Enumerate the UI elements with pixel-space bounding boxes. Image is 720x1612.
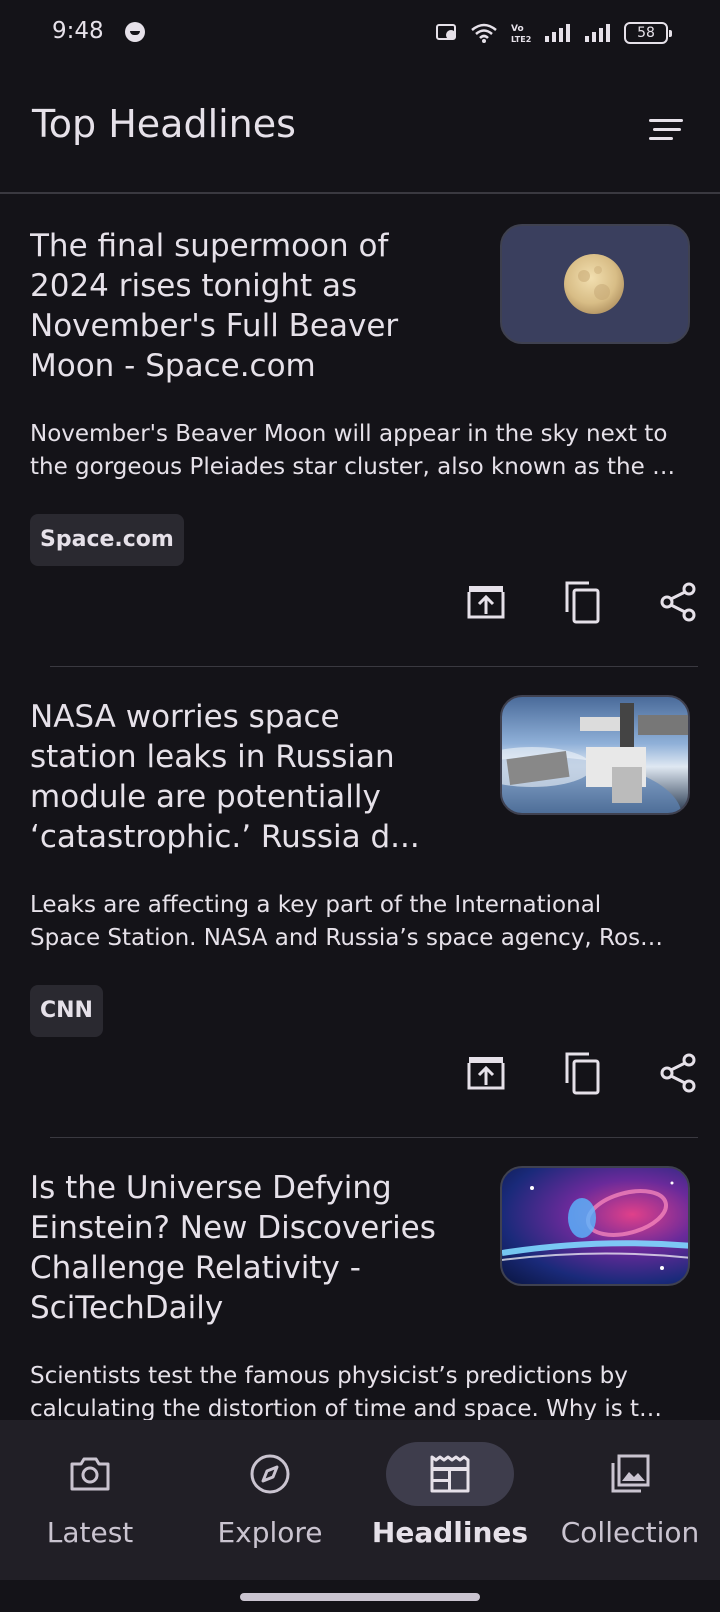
- copy-button[interactable]: [562, 1051, 602, 1095]
- description-line: calculating the distortion of time and s…: [30, 1396, 663, 1420]
- article-title[interactable]: Is the Universe Defying Einstein? New Di…: [30, 1168, 450, 1328]
- copy-icon: [565, 581, 600, 624]
- share-icon: [660, 582, 696, 622]
- description-line: Space Station. NASA and Russia’s space a…: [30, 925, 664, 951]
- space-station-thumbnail[interactable]: [500, 695, 690, 815]
- galaxy-thumbnail[interactable]: [500, 1166, 690, 1286]
- signal-icon: [585, 24, 610, 42]
- nav-label: Latest: [46, 1516, 134, 1549]
- source-chip[interactable]: CNN: [30, 985, 103, 1037]
- nav-label: Headlines: [371, 1516, 529, 1549]
- svg-text:Vo: Vo: [511, 24, 524, 34]
- battery-icon: 58: [624, 22, 672, 44]
- volte-icon: VoLTE2: [511, 24, 531, 44]
- article-description: November's Beaver Moon will appear in th…: [30, 418, 690, 484]
- newspaper-icon: [430, 1455, 470, 1493]
- nav-pill: [26, 1442, 154, 1506]
- copy-button[interactable]: [562, 580, 602, 624]
- copy-icon: [565, 1052, 600, 1095]
- open-external-icon: [467, 586, 505, 619]
- nav-item-latest[interactable]: Latest: [0, 1420, 180, 1580]
- status-bar: 9:48 Vo LTE2 58: [0, 0, 720, 64]
- nav-pill: [566, 1442, 694, 1506]
- camera-icon: [70, 1457, 110, 1491]
- wifi-icon: [471, 23, 497, 43]
- article-title[interactable]: The final supermoon of 2024 rises tonigh…: [30, 226, 450, 386]
- status-time: 9:48: [52, 18, 104, 44]
- nav-label: Explore: [217, 1516, 323, 1549]
- open-button[interactable]: [466, 580, 506, 624]
- app-bar: Top Headlines: [0, 64, 720, 194]
- sort-icon: [649, 119, 683, 140]
- nav-pill: [386, 1442, 514, 1506]
- article-actions: [466, 580, 698, 624]
- nav-label: Collection: [560, 1516, 700, 1549]
- nav-item-headlines[interactable]: Headlines: [360, 1420, 540, 1580]
- article-description: Leaks are affecting a key part of the In…: [30, 889, 690, 955]
- signal-icon: [545, 24, 570, 42]
- article-description: Scientists test the famous physicist’s p…: [30, 1360, 690, 1420]
- open-external-icon: [467, 1057, 505, 1090]
- article-title[interactable]: NASA worries space station leaks in Russ…: [30, 697, 450, 857]
- open-button[interactable]: [466, 1051, 506, 1095]
- description-line: Leaks are affecting a key part of the In…: [30, 892, 602, 918]
- description-line: Scientists test the famous physicist’s p…: [30, 1363, 628, 1389]
- article-actions: [466, 1051, 698, 1095]
- description-line: the gorgeous Pleiades star cluster, also…: [30, 454, 676, 480]
- svg-text:LTE2: LTE2: [511, 35, 531, 44]
- headline-list[interactable]: The final supermoon of 2024 rises tonigh…: [0, 196, 720, 1420]
- cast-icon: [436, 24, 456, 40]
- share-button[interactable]: [658, 1051, 698, 1095]
- article-card[interactable]: The final supermoon of 2024 rises tonigh…: [0, 196, 720, 667]
- nav-pill: [206, 1442, 334, 1506]
- compass-icon: [250, 1454, 290, 1494]
- nav-item-explore[interactable]: Explore: [180, 1420, 360, 1580]
- share-button[interactable]: [658, 580, 698, 624]
- moon-thumbnail[interactable]: [500, 224, 690, 344]
- gesture-bar[interactable]: [240, 1593, 480, 1601]
- gallery-icon: [611, 1454, 650, 1493]
- nav-item-collection[interactable]: Collection: [540, 1420, 720, 1580]
- article-card[interactable]: NASA worries space station leaks in Russ…: [0, 667, 720, 1138]
- face-icon: [125, 22, 145, 42]
- description-line: November's Beaver Moon will appear in th…: [30, 421, 668, 447]
- page-title: Top Headlines: [32, 102, 296, 146]
- status-icons: Vo LTE2 58: [436, 18, 672, 48]
- sort-button[interactable]: [642, 110, 690, 150]
- bottom-navigation: Latest Explore Headlines Collection: [0, 1420, 720, 1580]
- article-card[interactable]: Is the Universe Defying Einstein? New Di…: [0, 1138, 720, 1420]
- source-chip[interactable]: Space.com: [30, 514, 184, 566]
- share-icon: [660, 1053, 696, 1093]
